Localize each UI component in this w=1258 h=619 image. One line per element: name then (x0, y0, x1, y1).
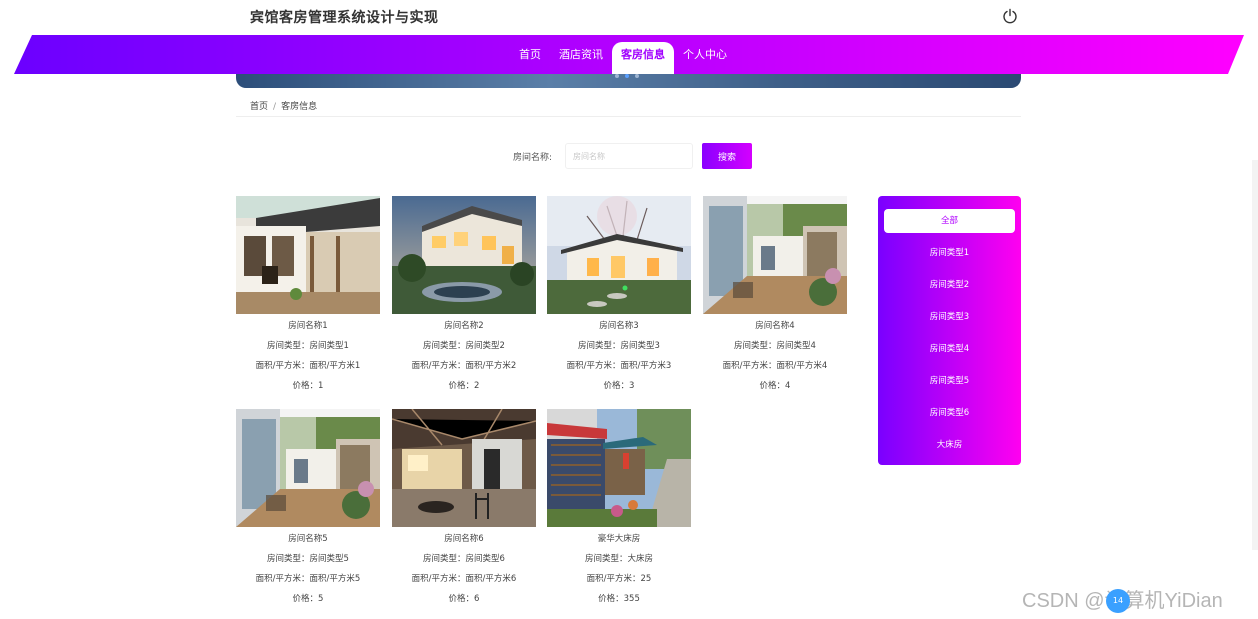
room-type: 房间类型：房间类型6 (423, 554, 505, 564)
breadcrumb-current: 客房信息 (281, 102, 318, 112)
category-type-3[interactable]: 房间类型3 (884, 305, 1015, 329)
search-button[interactable]: 搜索 (702, 143, 752, 169)
room-area: 面积/平方米：面积/平方米3 (566, 361, 672, 371)
room-name: 房间名称2 (444, 321, 484, 331)
room-price: 价格：3 (603, 381, 635, 391)
room-price: 价格：2 (448, 381, 480, 391)
room-card[interactable]: 房间名称5 房间类型：房间类型5 面积/平方米：面积/平方米5 价格：5 (236, 409, 380, 609)
room-photo[interactable] (547, 196, 691, 314)
category-all[interactable]: 全部 (884, 209, 1015, 233)
room-name: 房间名称5 (288, 534, 328, 544)
category-sidebar: 全部 房间类型1 房间类型2 房间类型3 房间类型4 房间类型5 房间类型6 大… (878, 196, 1021, 465)
room-card[interactable]: 房间名称4 房间类型：房间类型4 面积/平方米：面积/平方米4 价格：4 (703, 196, 847, 396)
room-card[interactable]: 豪华大床房 房间类型：大床房 面积/平方米：25 价格：355 (547, 409, 691, 609)
room-name: 豪华大床房 (597, 534, 641, 544)
room-price: 价格：4 (759, 381, 791, 391)
room-type: 房间类型：房间类型2 (423, 341, 505, 351)
room-photo[interactable] (547, 409, 691, 527)
room-card[interactable]: 房间名称2 房间类型：房间类型2 面积/平方米：面积/平方米2 价格：2 (392, 196, 536, 396)
category-type-2[interactable]: 房间类型2 (884, 273, 1015, 297)
nav-room-info[interactable]: 客房信息 (612, 42, 674, 74)
category-king-bed[interactable]: 大床房 (884, 433, 1015, 457)
nav-hotel-news[interactable]: 酒店资讯 (550, 42, 612, 74)
search-label: 房间名称: (513, 153, 553, 163)
category-type-1[interactable]: 房间类型1 (884, 241, 1015, 265)
room-photo[interactable] (392, 196, 536, 314)
carousel-dot[interactable] (625, 74, 629, 78)
room-card[interactable]: 房间名称6 房间类型：房间类型6 面积/平方米：面积/平方米6 价格：6 (392, 409, 536, 609)
room-area: 面积/平方米：面积/平方米6 (411, 574, 517, 584)
category-type-4[interactable]: 房间类型4 (884, 337, 1015, 361)
room-name: 房间名称4 (755, 321, 795, 331)
carousel-dot[interactable] (635, 74, 639, 78)
scrollbar[interactable] (1252, 160, 1258, 550)
room-price: 价格：6 (448, 594, 480, 604)
breadcrumb-separator: / (273, 102, 277, 112)
nav-personal-center[interactable]: 个人中心 (674, 42, 736, 74)
breadcrumb-home[interactable]: 首页 (250, 102, 268, 112)
room-area: 面积/平方米：25 (586, 574, 652, 584)
watermark-badge: 14 (1106, 589, 1130, 613)
carousel-dot[interactable] (615, 74, 619, 78)
search-input[interactable] (565, 143, 693, 169)
room-type: 房间类型：房间类型1 (267, 341, 349, 351)
power-icon[interactable] (1002, 8, 1018, 24)
category-type-6[interactable]: 房间类型6 (884, 401, 1015, 425)
room-card[interactable]: 房间名称1 房间类型：房间类型1 面积/平方米：面积/平方米1 价格：1 (236, 196, 380, 396)
room-price: 价格：5 (292, 594, 324, 604)
room-card[interactable]: 房间名称3 房间类型：房间类型3 面积/平方米：面积/平方米3 价格：3 (547, 196, 691, 396)
breadcrumb: 首页 / 客房信息 (250, 99, 317, 112)
room-photo[interactable] (392, 409, 536, 527)
room-price: 价格：1 (292, 381, 324, 391)
room-type: 房间类型：房间类型4 (734, 341, 816, 351)
main-nav: 首页 酒店资讯 客房信息 个人中心 (510, 42, 736, 74)
room-name: 房间名称6 (444, 534, 484, 544)
room-photo[interactable] (236, 196, 380, 314)
room-area: 面积/平方米：面积/平方米2 (411, 361, 517, 371)
room-name: 房间名称1 (288, 321, 328, 331)
room-name: 房间名称3 (599, 321, 639, 331)
room-photo[interactable] (703, 196, 847, 314)
room-photo[interactable] (236, 409, 380, 527)
room-price: 价格：355 (598, 594, 640, 604)
site-title: 宾馆客房管理系统设计与实现 (250, 10, 439, 26)
carousel-indicators[interactable] (615, 74, 639, 78)
room-area: 面积/平方米：面积/平方米5 (255, 574, 361, 584)
top-bar: 宾馆客房管理系统设计与实现 (0, 0, 1258, 34)
room-type: 房间类型：房间类型5 (267, 554, 349, 564)
room-type: 房间类型：大床房 (584, 554, 653, 564)
room-type: 房间类型：房间类型3 (578, 341, 660, 351)
room-area: 面积/平方米：面积/平方米4 (722, 361, 828, 371)
divider (236, 116, 1021, 117)
room-area: 面积/平方米：面积/平方米1 (255, 361, 361, 371)
category-type-5[interactable]: 房间类型5 (884, 369, 1015, 393)
nav-home[interactable]: 首页 (510, 42, 550, 74)
